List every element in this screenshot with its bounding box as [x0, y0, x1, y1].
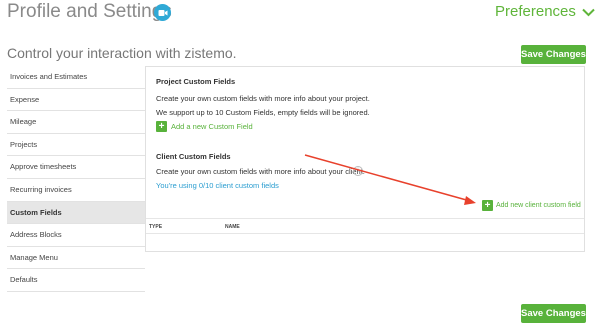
save-changes-button-bottom[interactable]: Save Changes	[521, 304, 586, 323]
annotation-arrow	[304, 154, 476, 205]
